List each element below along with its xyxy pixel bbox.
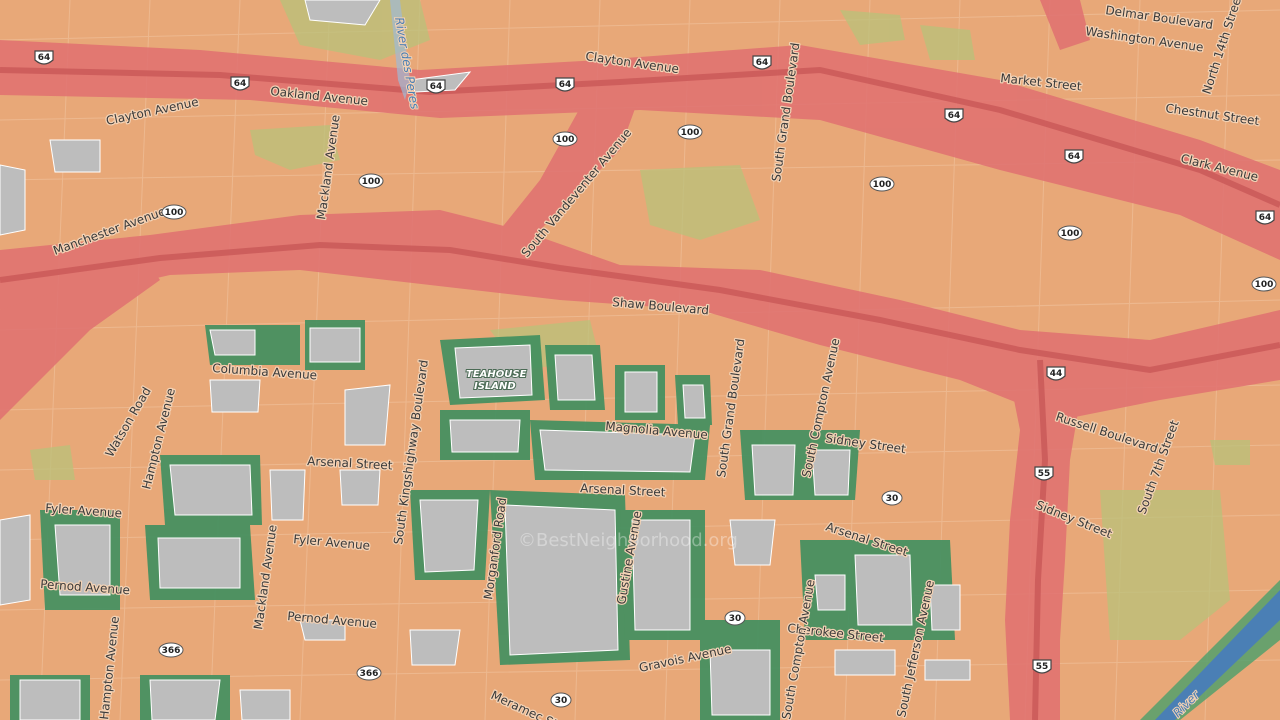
i64-shield: 64 — [752, 55, 772, 70]
svg-text:64: 64 — [1068, 152, 1081, 162]
i64-shield: 64 — [34, 50, 54, 65]
r100-shield: 100 — [161, 204, 187, 220]
r30-shield: 30 — [550, 692, 572, 708]
svg-text:100: 100 — [165, 208, 184, 218]
i64-shield: 64 — [1064, 149, 1084, 164]
svg-text:100: 100 — [362, 177, 381, 187]
svg-text:64: 64 — [756, 58, 769, 68]
r100-shield: 100 — [677, 124, 703, 140]
heatmap-layer: Delmar Boulevard Washington Avenue Clayt… — [0, 0, 1280, 720]
svg-text:64: 64 — [559, 80, 572, 90]
i64-shield: 64 — [555, 77, 575, 92]
svg-text:30: 30 — [729, 614, 742, 624]
r366-shield: 366 — [158, 642, 184, 658]
svg-text:30: 30 — [555, 696, 568, 706]
r100-shield: 100 — [552, 131, 578, 147]
svg-text:64: 64 — [1259, 213, 1272, 223]
r30-shield: 30 — [724, 610, 746, 626]
svg-text:64: 64 — [234, 79, 247, 89]
i64-shield: 64 — [1255, 210, 1275, 225]
i44-shield: 44 — [1046, 366, 1066, 381]
svg-text:64: 64 — [948, 111, 961, 121]
map-view[interactable]: Delmar Boulevard Washington Avenue Clayt… — [0, 0, 1280, 720]
svg-text:100: 100 — [1255, 280, 1274, 290]
r366-shield: 366 — [356, 665, 382, 681]
i64-shield: 64 — [944, 108, 964, 123]
svg-text:100: 100 — [556, 135, 575, 145]
r100-shield: 100 — [1251, 276, 1277, 292]
i64-shield: 64 — [426, 79, 446, 94]
svg-text:64: 64 — [38, 53, 51, 63]
svg-text:64: 64 — [430, 82, 443, 92]
svg-text:366: 366 — [360, 669, 379, 679]
island-label: TEAHOUSE — [466, 369, 527, 380]
svg-text:100: 100 — [873, 180, 892, 190]
watermark: ©BestNeighborhood.org — [518, 530, 738, 551]
svg-text:55: 55 — [1038, 469, 1051, 479]
r30-shield: 30 — [881, 490, 903, 506]
r100-shield: 100 — [869, 176, 895, 192]
i64-shield: 64 — [230, 76, 250, 91]
svg-text:30: 30 — [886, 494, 899, 504]
i55-shield: 55 — [1032, 659, 1052, 674]
svg-text:100: 100 — [1061, 229, 1080, 239]
svg-text:100: 100 — [681, 128, 700, 138]
r100-shield: 100 — [1057, 225, 1083, 241]
i55-shield: 55 — [1034, 466, 1054, 481]
svg-text:44: 44 — [1050, 369, 1063, 379]
svg-text:366: 366 — [162, 646, 181, 656]
r100-shield: 100 — [358, 173, 384, 189]
island-label: ISLAND — [474, 381, 516, 392]
svg-text:55: 55 — [1036, 662, 1049, 672]
